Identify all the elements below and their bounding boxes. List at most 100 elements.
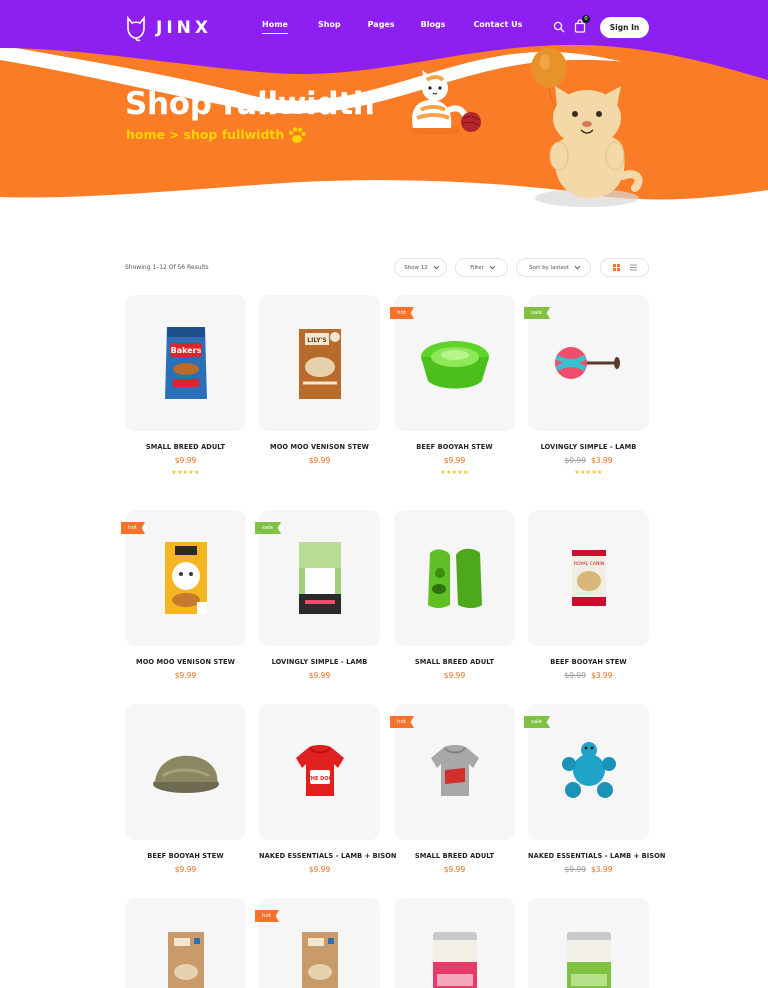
product-image[interactable]: hot [390,295,515,431]
product-image[interactable]: sale [524,295,649,431]
breadcrumb-current: shop fullwidth [183,127,285,142]
nav-pages[interactable]: Pages [368,20,395,29]
product-card[interactable] [125,898,246,988]
product-card[interactable]: sale LOVINGLY SIMPLE - LAMB $9.99 [255,510,380,680]
product-card[interactable] [394,898,515,988]
product-image[interactable]: ROYAL CANIN [528,510,649,646]
dog-food-bag-icon: Bakers [164,327,207,399]
product-image[interactable]: LILY'S [259,295,380,431]
product-price: $9.99 [259,671,380,680]
product-price: $9.99 $3.99 [528,671,649,680]
product-card[interactable]: hot MOO MOO VENISON STEW $9.99 [121,510,246,680]
plush-toy-icon [561,742,616,798]
product-card[interactable]: THE DOG NAKED ESSENTIALS - LAMB + BISON … [259,704,396,874]
product-name[interactable]: MOO MOO VENISON STEW [125,658,246,666]
chevron-down-icon [574,263,581,269]
product-image[interactable]: sale [524,704,649,840]
hot-badge: hot [121,522,146,534]
product-name[interactable]: BEEF BOOYAH STEW [528,658,649,666]
show-per-page-dropdown[interactable]: Show 12 [394,258,447,277]
filter-label: Filter [470,264,484,271]
nav-blogs[interactable]: Blogs [421,20,446,29]
product-name[interactable]: SMALL BREED ADULT [394,852,515,860]
star-rating: ★★★★★ [171,470,200,476]
product-image[interactable] [528,898,649,988]
product-card[interactable]: LILY'S MOO MOO VENISON STEW $9.99 [259,295,380,465]
cat-with-yarn-illustration [409,70,481,135]
logo[interactable]: JINX [124,14,212,42]
product-card[interactable]: sale NAKED ESSENTIALS - LAMB + BISON $9.… [524,704,665,874]
show-per-page-label: Show 12 [404,264,428,271]
product-image[interactable]: sale [255,510,380,646]
product-name[interactable]: NAKED ESSENTIALS - LAMB + BISON [259,852,396,860]
product-image[interactable]: hot [255,898,380,988]
product-card[interactable]: ROYAL CANIN BEEF BOOYAH STEW $9.99 $3.99 [528,510,649,680]
product-image[interactable]: hot [390,704,515,840]
svg-text:LILY'S: LILY'S [307,337,326,344]
product-card[interactable]: Bakers SMALL BREED ADULT $9.99 ★★★★★ [125,295,246,476]
product-card[interactable]: BEEF BOOYAH STEW $9.99 [125,704,246,874]
product-image[interactable]: THE DOG [259,704,380,840]
product-name[interactable]: LOVINGLY SIMPLE - LAMB [528,443,649,451]
dog-food-bag-icon [167,932,204,988]
cart-count-badge: 0 [582,15,590,23]
nav-home[interactable]: Home [262,20,288,34]
product-name[interactable]: NAKED ESSENTIALS - LAMB + BISON [528,852,665,860]
product-price-current: $9.99 [308,865,331,874]
chevron-down-icon [433,263,440,269]
sort-label: Sort by lastest [529,264,569,271]
product-price: $9.99 $3.99 [528,865,649,874]
product-price-current: $3.99 [591,865,613,874]
product-image[interactable]: hot [121,510,246,646]
product-image[interactable] [125,898,246,988]
product-image[interactable] [394,510,515,646]
nav-shop[interactable]: Shop [318,20,341,29]
product-price-current: $9.99 [443,671,466,680]
product-card[interactable]: hot [255,898,380,988]
breadcrumb-home[interactable]: home [126,127,165,142]
product-card[interactable]: hot BEEF BOOYAH STEW $9.99 ★★★★★ [390,295,515,476]
main-nav: Home Shop Pages Blogs Contact Us [262,20,522,34]
food-can-icon [566,932,611,988]
pet-bed-icon [152,755,219,793]
star-rating: ★★★★★ [440,470,469,476]
product-card[interactable]: hot SMALL BREED ADULT $9.99 [390,704,515,874]
page: JINX Home Shop Pages Blogs Contact Us 0 … [0,0,768,988]
product-price: $9.99 [125,865,246,874]
star-rating: ★★★★★ [574,470,603,476]
list-view-icon[interactable] [629,264,637,271]
product-card[interactable]: SMALL BREED ADULT $9.99 [394,510,515,680]
sale-badge: sale [524,307,551,319]
dog-food-bag-icon: ROYAL CANIN [571,550,606,606]
sort-dropdown[interactable]: Sort by lastest [516,258,591,277]
breadcrumb: home > shop fullwidth [126,127,284,142]
search-icon[interactable] [553,21,565,33]
product-price: $9.99 $3.99 [528,456,649,465]
product-price-old: $9.99 [564,456,586,465]
chevron-down-icon [489,263,496,269]
product-image[interactable] [125,704,246,840]
product-card[interactable]: sale LOVINGLY SIMPLE - LAMB $9.99 $3.99 ★… [524,295,649,476]
product-name[interactable]: BEEF BOOYAH STEW [125,852,246,860]
sale-badge: sale [524,716,551,728]
product-price-current: $9.99 [174,865,197,874]
product-name[interactable]: SMALL BREED ADULT [394,658,515,666]
dog-food-bag-icon [298,542,341,614]
product-name[interactable]: LOVINGLY SIMPLE - LAMB [259,658,380,666]
product-name[interactable]: BEEF BOOYAH STEW [394,443,515,451]
product-image[interactable]: Bakers [125,295,246,431]
product-name[interactable]: SMALL BREED ADULT [125,443,246,451]
nav-contact-us[interactable]: Contact Us [473,20,522,29]
product-name[interactable]: MOO MOO VENISON STEW [259,443,380,451]
grid-view-icon[interactable] [612,264,620,271]
hot-badge: hot [390,307,415,319]
product-card[interactable] [528,898,649,988]
product-price-current: $9.99 [308,671,331,680]
view-toggle [600,258,649,277]
sign-in-button[interactable]: Sign In [600,17,649,38]
filter-dropdown[interactable]: Filter [455,258,508,277]
hot-badge: hot [255,910,280,922]
product-price: $9.99 [125,671,246,680]
product-image[interactable] [394,898,515,988]
logo-text: JINX [156,18,212,38]
